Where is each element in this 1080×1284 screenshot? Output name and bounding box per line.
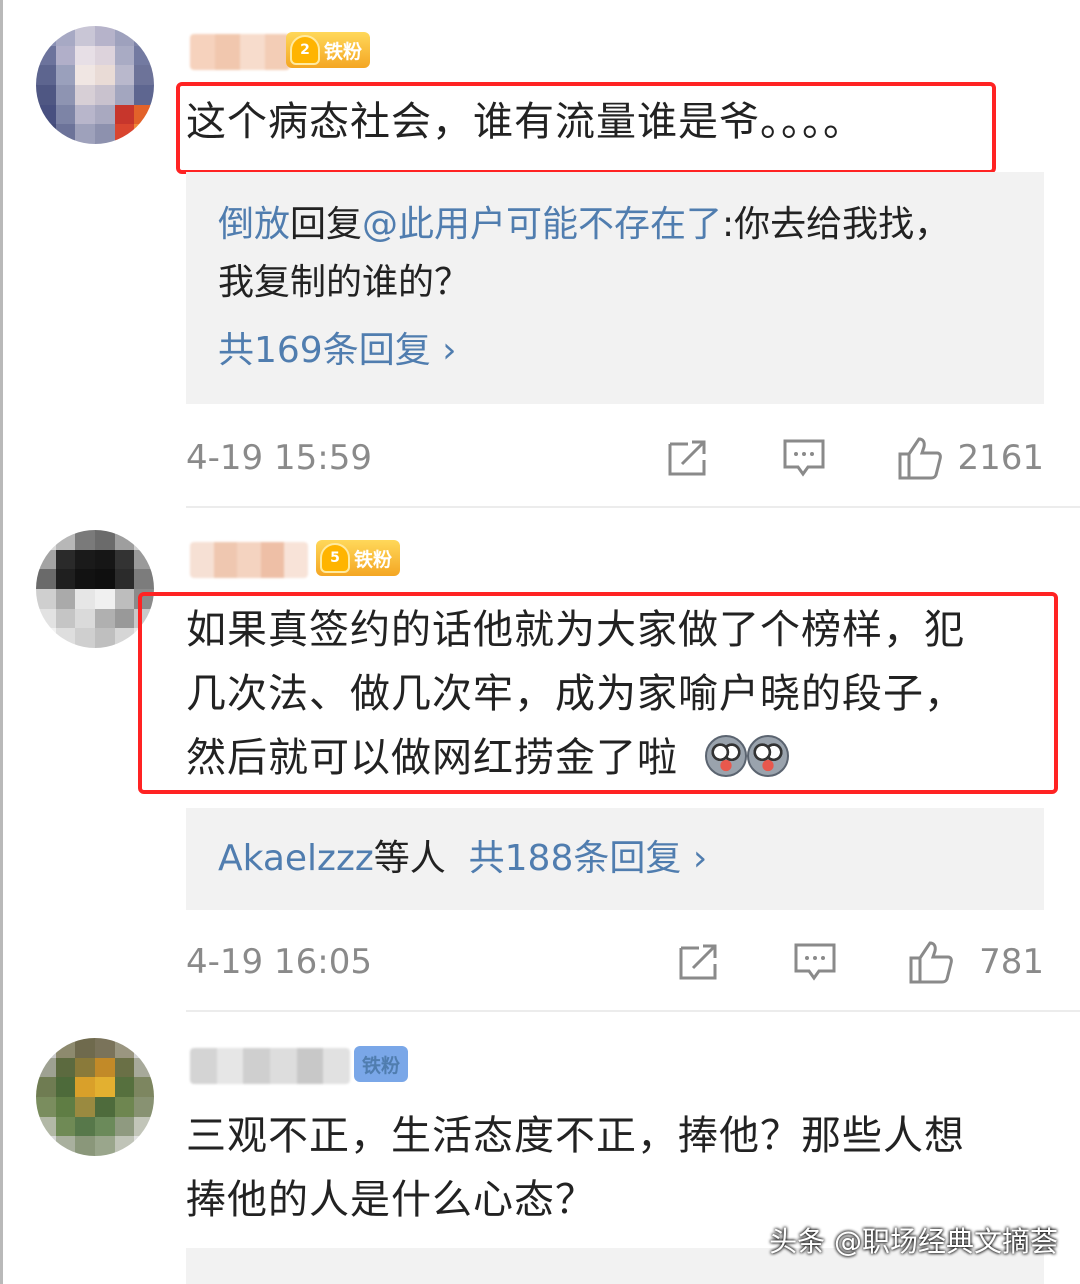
share-icon[interactable] [665, 435, 711, 481]
username-blurred[interactable] [190, 542, 308, 578]
reply-others: 等人 [373, 838, 446, 879]
badge-label: 铁粉 [362, 1054, 401, 1077]
reply-author-link[interactable]: 倒放 [218, 204, 290, 245]
view-replies-link[interactable]: 共188条回复 › [469, 838, 708, 879]
mention-link[interactable]: @此用户可能不存在了 [362, 204, 722, 245]
like-count: 781 [979, 942, 1044, 982]
reply-text-line2: 我复制的谁的？ [218, 262, 471, 303]
timestamp: 4-19 16:05 [186, 942, 372, 982]
reply-word: 回复 [290, 204, 363, 245]
reply-preview[interactable]: Akaelzzz等人 共188条回复 › [186, 808, 1044, 910]
view-replies-link[interactable]: 共169条回复 › [218, 322, 1012, 380]
username-blurred[interactable] [190, 1048, 350, 1084]
divider [186, 1010, 1080, 1012]
highlight-box [176, 82, 996, 174]
reply-preview[interactable]: 倒放回复@此用户可能不存在了:你去给我找， 我复制的谁的？ 共169条回复 › [186, 172, 1044, 404]
like-icon[interactable] [908, 939, 954, 985]
comment-icon[interactable] [781, 435, 827, 481]
left-edge-divider [0, 0, 3, 1284]
badge-label: 铁粉 [324, 40, 363, 63]
highlight-box [138, 592, 1058, 794]
reply-author-link[interactable]: Akaelzzz [218, 838, 374, 879]
like-icon[interactable] [897, 435, 943, 481]
username-blurred[interactable] [190, 34, 290, 70]
comment-text: 三观不正，生活态度不正，捧他？那些人想 捧他的人是什么心态？ [186, 1104, 1046, 1232]
badge-label: 铁粉 [354, 548, 393, 571]
fan-badge: 铁粉 [354, 1046, 409, 1082]
like-count: 2161 [957, 438, 1044, 478]
watermark: 头条 @职场经典文摘荟 [769, 1225, 1058, 1258]
comment-meta: 4-19 15:59 2161 [186, 428, 1044, 488]
timestamp: 4-19 15:59 [186, 438, 372, 478]
crown-icon: 5 [320, 543, 350, 573]
reply-text: :你去给我找， [722, 204, 951, 245]
avatar[interactable] [36, 26, 154, 144]
comment-text-line: 三观不正，生活态度不正，捧他？那些人想 [186, 1113, 965, 1159]
avatar[interactable] [36, 1038, 154, 1156]
comment-meta: 4-19 16:05 781 [186, 932, 1044, 992]
avatar[interactable] [36, 530, 154, 648]
fan-badge: 5 铁粉 [316, 540, 401, 576]
crown-icon: 2 [290, 35, 320, 65]
divider [186, 506, 1080, 508]
fan-badge: 2 铁粉 [286, 32, 371, 68]
comment-icon[interactable] [792, 939, 838, 985]
share-icon[interactable] [676, 939, 722, 985]
